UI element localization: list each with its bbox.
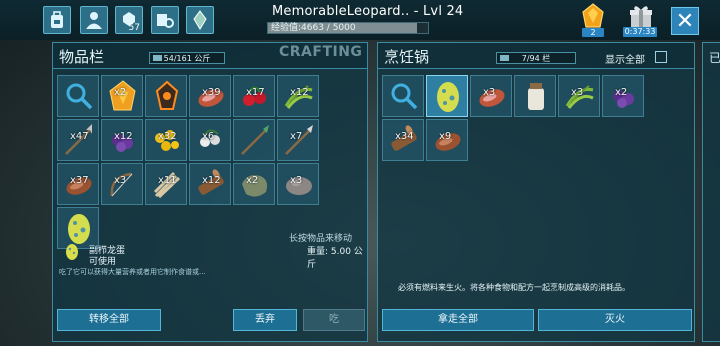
side-panel-edge[interactable]: 已: [702, 42, 720, 342]
tab-crafting[interactable]: CRAFTING: [279, 44, 362, 60]
inventory-slot[interactable]: x3: [101, 163, 143, 205]
search-icon: [66, 83, 93, 110]
tribe-icon[interactable]: 57: [115, 6, 143, 34]
egg-icon: [66, 244, 78, 260]
backpack-icon[interactable]: [43, 6, 71, 34]
item-weight: 重量: 5.00 公斤: [307, 247, 363, 270]
inventory-slot[interactable]: x39: [189, 75, 231, 117]
inventory-slot[interactable]: x12: [101, 119, 143, 161]
inventory-slot[interactable]: x47: [57, 119, 99, 161]
inventory-slot[interactable]: x3: [277, 163, 319, 205]
selected-item-description: 吃了它可以获得大量营养或者用它制作食谱或...: [59, 268, 206, 276]
inventory-title: 物品栏: [59, 48, 105, 66]
close-icon: ✕: [675, 8, 695, 34]
slot-quantity: x12: [290, 87, 309, 98]
top-bar: 57 MemorableLeopard.. - Lvl 24 经验值:4663 …: [0, 0, 720, 40]
slot-quantity: x39: [202, 87, 221, 98]
inventory-slot[interactable]: x17: [233, 75, 275, 117]
slot-quantity: x3: [114, 175, 127, 186]
inventory-slot[interactable]: x34: [382, 119, 424, 161]
inventory-slot[interactable]: [233, 119, 275, 161]
slot-quantity: x2: [615, 87, 628, 98]
inventory-slot[interactable]: [514, 75, 556, 117]
tribe-badge-count: 57: [128, 23, 140, 33]
slot-quantity: x32: [158, 131, 177, 142]
slot-quantity: x12: [114, 131, 133, 142]
game-inventory-screen: { "top_bar": { "player_name_level": "Mem…: [0, 0, 720, 346]
map-camera-icon[interactable]: [151, 6, 179, 34]
inventory-capacity-text: 54/161 公斤: [163, 54, 211, 63]
inventory-slot[interactable]: x3: [470, 75, 512, 117]
gem-count: 2: [582, 28, 604, 37]
slot-quantity: x3: [483, 87, 496, 98]
inventory-slot[interactable]: x2: [233, 163, 275, 205]
slot-quantity: x34: [395, 131, 414, 142]
show-all-label: 显示全部: [605, 55, 645, 66]
weight-icon: [153, 55, 162, 61]
inventory-slot[interactable]: x9: [426, 119, 468, 161]
inventory-grid: x2 x39 x17 x12 x47 x12 x32 x6 x7 x37 x3 x11 x12 x2 x3: [57, 75, 319, 249]
cooking-pot-title: 烹饪锅: [384, 48, 430, 66]
search-icon: [391, 83, 418, 110]
water-jar-icon: [528, 83, 544, 110]
inventory-capacity: 54/161 公斤: [149, 52, 225, 64]
transfer-all-button[interactable]: 转移全部: [57, 309, 161, 331]
drop-button[interactable]: 丢弃: [233, 309, 297, 331]
eat-button[interactable]: 吃: [303, 309, 365, 331]
extinguish-button[interactable]: 灭火: [538, 309, 692, 331]
slot-quantity: x6: [202, 131, 215, 142]
slot-quantity: x2: [114, 87, 127, 98]
take-all-button[interactable]: 拿走全部: [382, 309, 534, 331]
slot-quantity: x7: [290, 131, 303, 142]
cooking-pot-header: 烹饪锅 7/94 栏 显示全部: [378, 43, 694, 69]
side-panel-label: 已: [709, 51, 720, 65]
inventory-slot[interactable]: [426, 75, 468, 117]
inventory-slot[interactable]: [57, 75, 99, 117]
slot-quantity: x12: [202, 175, 221, 186]
slot-quantity: x17: [246, 87, 265, 98]
slot-quantity: x37: [70, 175, 89, 186]
inventory-slot[interactable]: [382, 75, 424, 117]
selected-item-usable: 可使用: [89, 257, 117, 267]
egg-icon: [437, 82, 459, 112]
xp-text: 经验值:4663 / 5000: [271, 23, 356, 33]
inventory-slot[interactable]: x11: [145, 163, 187, 205]
inventory-slot[interactable]: x7: [277, 119, 319, 161]
inventory-slot[interactable]: x3: [558, 75, 600, 117]
slots-icon: [500, 55, 509, 61]
slot-quantity: x3: [290, 175, 303, 186]
slot-quantity: x2: [246, 175, 259, 186]
inventory-slot[interactable]: x2: [602, 75, 644, 117]
slot-quantity: x11: [158, 175, 177, 186]
cooking-pot-capacity: 7/94 栏: [496, 52, 576, 64]
gift-timer: 0:37:33: [623, 27, 657, 37]
cooking-pot-panel: 烹饪锅 7/94 栏 显示全部 x3 x3 x2 x34 x9 必须有燃料来生火。将各种…: [377, 42, 695, 342]
inventory-slot[interactable]: x32: [145, 119, 187, 161]
element-shard-icon[interactable]: [186, 6, 214, 34]
inventory-slot[interactable]: x12: [277, 75, 319, 117]
hold-to-move-hint: 长按物品来移动: [289, 234, 353, 244]
inventory-slot[interactable]: x6: [189, 119, 231, 161]
inventory-slot[interactable]: x12: [189, 163, 231, 205]
inventory-header: 物品栏 54/161 公斤 CRAFTING: [53, 43, 367, 69]
green-spear-icon: [241, 125, 269, 155]
inventory-slot[interactable]: x37: [57, 163, 99, 205]
fuel-message: 必须有燃料来生火。将各种食物和配方一起烹制成高级的消耗品。: [398, 283, 630, 292]
close-button[interactable]: ✕: [671, 7, 699, 35]
slot-quantity: x9: [439, 131, 452, 142]
xp-bar: 经验值:4663 / 5000: [267, 22, 429, 34]
cooking-pot-grid: x3 x3 x2 x34 x9: [382, 75, 644, 161]
show-all-checkbox[interactable]: [655, 51, 667, 63]
inventory-slot[interactable]: [145, 75, 187, 117]
inventory-slot[interactable]: x2: [101, 75, 143, 117]
cooking-pot-capacity-text: 7/94 栏: [521, 54, 551, 63]
artifact-icon: [155, 80, 179, 110]
inventory-panel: 物品栏 54/161 公斤 CRAFTING x2 x39 x17 x12 x47 x12…: [52, 42, 368, 342]
slot-quantity: x3: [571, 87, 584, 98]
character-icon[interactable]: [80, 6, 108, 34]
slot-quantity: x47: [70, 131, 89, 142]
player-name-level: MemorableLeopard.. - Lvl 24: [272, 4, 464, 19]
